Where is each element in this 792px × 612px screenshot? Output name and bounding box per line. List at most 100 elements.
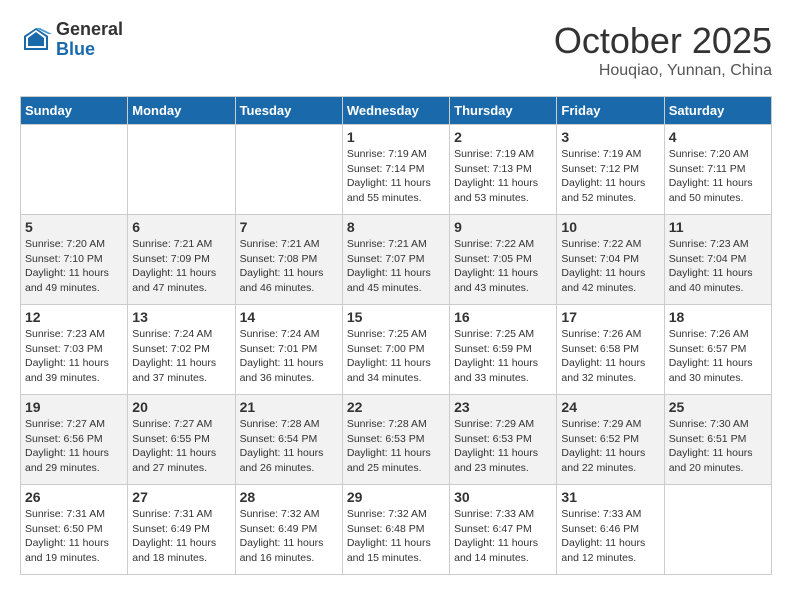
logo-blue: Blue bbox=[56, 40, 123, 60]
day-info: Sunrise: 7:20 AM Sunset: 7:10 PM Dayligh… bbox=[25, 237, 123, 296]
day-info: Sunrise: 7:19 AM Sunset: 7:13 PM Dayligh… bbox=[454, 147, 552, 206]
calendar-cell: 17Sunrise: 7:26 AM Sunset: 6:58 PM Dayli… bbox=[557, 305, 664, 395]
day-info: Sunrise: 7:27 AM Sunset: 6:55 PM Dayligh… bbox=[132, 417, 230, 476]
calendar-table: SundayMondayTuesdayWednesdayThursdayFrid… bbox=[20, 96, 772, 575]
day-info: Sunrise: 7:24 AM Sunset: 7:01 PM Dayligh… bbox=[240, 327, 338, 386]
calendar-cell: 5 Sunrise: 7:20 AM Sunset: 7:10 PM Daylig… bbox=[21, 215, 128, 305]
day-number: 14 bbox=[240, 309, 338, 325]
day-number: 6 bbox=[132, 219, 230, 235]
week-row-1: 1 Sunrise: 7:19 AM Sunset: 7:14 PM Daylig… bbox=[21, 125, 772, 215]
day-info: Sunrise: 7:28 AM Sunset: 6:53 PM Dayligh… bbox=[347, 417, 445, 476]
day-number: 18 bbox=[669, 309, 767, 325]
calendar-cell bbox=[235, 125, 342, 215]
calendar-cell: 22 Sunrise: 7:28 AM Sunset: 6:53 PM Dayli… bbox=[342, 395, 449, 485]
logo-icon bbox=[20, 24, 52, 56]
week-row-2: 5 Sunrise: 7:20 AM Sunset: 7:10 PM Daylig… bbox=[21, 215, 772, 305]
calendar-cell: 2 Sunrise: 7:19 AM Sunset: 7:13 PM Daylig… bbox=[450, 125, 557, 215]
day-info: Sunrise: 7:33 AM Sunset: 6:47 PM Dayligh… bbox=[454, 507, 552, 566]
calendar-cell: 11 Sunrise: 7:23 AM Sunset: 7:04 PM Dayli… bbox=[664, 215, 771, 305]
day-info: Sunrise: 7:23 AM Sunset: 7:03 PM Dayligh… bbox=[25, 327, 123, 386]
day-number: 28 bbox=[240, 489, 338, 505]
calendar-cell: 14 Sunrise: 7:24 AM Sunset: 7:01 PM Dayli… bbox=[235, 305, 342, 395]
day-info: Sunrise: 7:25 AM Sunset: 6:59 PM Dayligh… bbox=[454, 327, 552, 386]
calendar-cell: 30 Sunrise: 7:33 AM Sunset: 6:47 PM Dayli… bbox=[450, 485, 557, 575]
day-info: Sunrise: 7:19 AM Sunset: 7:14 PM Dayligh… bbox=[347, 147, 445, 206]
logo-general: General bbox=[56, 20, 123, 40]
day-info: Sunrise: 7:32 AM Sunset: 6:48 PM Dayligh… bbox=[347, 507, 445, 566]
calendar-cell: 24Sunrise: 7:29 AM Sunset: 6:52 PM Dayli… bbox=[557, 395, 664, 485]
calendar-cell: 20 Sunrise: 7:27 AM Sunset: 6:55 PM Dayli… bbox=[128, 395, 235, 485]
day-headers-row: SundayMondayTuesdayWednesdayThursdayFrid… bbox=[21, 97, 772, 125]
calendar-cell: 12 Sunrise: 7:23 AM Sunset: 7:03 PM Dayli… bbox=[21, 305, 128, 395]
calendar-header: SundayMondayTuesdayWednesdayThursdayFrid… bbox=[21, 97, 772, 125]
day-header-thursday: Thursday bbox=[450, 97, 557, 125]
calendar-cell: 23Sunrise: 7:29 AM Sunset: 6:53 PM Dayli… bbox=[450, 395, 557, 485]
day-info: Sunrise: 7:33 AM Sunset: 6:46 PM Dayligh… bbox=[561, 507, 659, 566]
month-title: October 2025 bbox=[554, 20, 772, 62]
week-row-3: 12 Sunrise: 7:23 AM Sunset: 7:03 PM Dayli… bbox=[21, 305, 772, 395]
day-number: 22 bbox=[347, 399, 445, 415]
day-info: Sunrise: 7:19 AM Sunset: 7:12 PM Dayligh… bbox=[561, 147, 659, 206]
day-info: Sunrise: 7:25 AM Sunset: 7:00 PM Dayligh… bbox=[347, 327, 445, 386]
day-info: Sunrise: 7:26 AM Sunset: 6:57 PM Dayligh… bbox=[669, 327, 767, 386]
day-number: 29 bbox=[347, 489, 445, 505]
logo: General Blue bbox=[20, 20, 123, 60]
day-header-saturday: Saturday bbox=[664, 97, 771, 125]
calendar-cell: 4 Sunrise: 7:20 AM Sunset: 7:11 PM Daylig… bbox=[664, 125, 771, 215]
day-info: Sunrise: 7:27 AM Sunset: 6:56 PM Dayligh… bbox=[25, 417, 123, 476]
calendar-cell: 9 Sunrise: 7:22 AM Sunset: 7:05 PM Daylig… bbox=[450, 215, 557, 305]
day-info: Sunrise: 7:22 AM Sunset: 7:05 PM Dayligh… bbox=[454, 237, 552, 296]
day-header-monday: Monday bbox=[128, 97, 235, 125]
day-number: 12 bbox=[25, 309, 123, 325]
calendar-body: 1 Sunrise: 7:19 AM Sunset: 7:14 PM Daylig… bbox=[21, 125, 772, 575]
day-info: Sunrise: 7:30 AM Sunset: 6:51 PM Dayligh… bbox=[669, 417, 767, 476]
location: Houqiao, Yunnan, China bbox=[554, 62, 772, 80]
day-number: 24 bbox=[561, 399, 659, 415]
day-number: 23 bbox=[454, 399, 552, 415]
calendar-cell: 25Sunrise: 7:30 AM Sunset: 6:51 PM Dayli… bbox=[664, 395, 771, 485]
day-info: Sunrise: 7:21 AM Sunset: 7:07 PM Dayligh… bbox=[347, 237, 445, 296]
day-header-wednesday: Wednesday bbox=[342, 97, 449, 125]
calendar-cell bbox=[21, 125, 128, 215]
day-number: 13 bbox=[132, 309, 230, 325]
day-info: Sunrise: 7:28 AM Sunset: 6:54 PM Dayligh… bbox=[240, 417, 338, 476]
day-number: 8 bbox=[347, 219, 445, 235]
calendar-cell: 27Sunrise: 7:31 AM Sunset: 6:49 PM Dayli… bbox=[128, 485, 235, 575]
calendar-cell: 26Sunrise: 7:31 AM Sunset: 6:50 PM Dayli… bbox=[21, 485, 128, 575]
day-number: 30 bbox=[454, 489, 552, 505]
day-number: 9 bbox=[454, 219, 552, 235]
day-number: 1 bbox=[347, 129, 445, 145]
day-number: 10 bbox=[561, 219, 659, 235]
calendar-cell: 31 Sunrise: 7:33 AM Sunset: 6:46 PM Dayli… bbox=[557, 485, 664, 575]
day-number: 4 bbox=[669, 129, 767, 145]
day-number: 31 bbox=[561, 489, 659, 505]
day-info: Sunrise: 7:24 AM Sunset: 7:02 PM Dayligh… bbox=[132, 327, 230, 386]
day-number: 11 bbox=[669, 219, 767, 235]
day-info: Sunrise: 7:21 AM Sunset: 7:09 PM Dayligh… bbox=[132, 237, 230, 296]
day-number: 5 bbox=[25, 219, 123, 235]
day-info: Sunrise: 7:23 AM Sunset: 7:04 PM Dayligh… bbox=[669, 237, 767, 296]
day-number: 26 bbox=[25, 489, 123, 505]
day-number: 20 bbox=[132, 399, 230, 415]
calendar-cell: 6 Sunrise: 7:21 AM Sunset: 7:09 PM Daylig… bbox=[128, 215, 235, 305]
day-number: 19 bbox=[25, 399, 123, 415]
logo-text: General Blue bbox=[56, 20, 123, 60]
day-header-tuesday: Tuesday bbox=[235, 97, 342, 125]
calendar-cell bbox=[128, 125, 235, 215]
week-row-4: 19 Sunrise: 7:27 AM Sunset: 6:56 PM Dayli… bbox=[21, 395, 772, 485]
day-number: 2 bbox=[454, 129, 552, 145]
day-info: Sunrise: 7:22 AM Sunset: 7:04 PM Dayligh… bbox=[561, 237, 659, 296]
calendar-cell: 13 Sunrise: 7:24 AM Sunset: 7:02 PM Dayli… bbox=[128, 305, 235, 395]
page-header: General Blue October 2025 Houqiao, Yunna… bbox=[20, 20, 772, 80]
day-info: Sunrise: 7:20 AM Sunset: 7:11 PM Dayligh… bbox=[669, 147, 767, 206]
day-info: Sunrise: 7:31 AM Sunset: 6:49 PM Dayligh… bbox=[132, 507, 230, 566]
title-block: October 2025 Houqiao, Yunnan, China bbox=[554, 20, 772, 80]
day-header-friday: Friday bbox=[557, 97, 664, 125]
calendar-cell: 16 Sunrise: 7:25 AM Sunset: 6:59 PM Dayli… bbox=[450, 305, 557, 395]
day-number: 16 bbox=[454, 309, 552, 325]
calendar-cell: 10 Sunrise: 7:22 AM Sunset: 7:04 PM Dayli… bbox=[557, 215, 664, 305]
calendar-cell bbox=[664, 485, 771, 575]
calendar-cell: 3Sunrise: 7:19 AM Sunset: 7:12 PM Daylig… bbox=[557, 125, 664, 215]
calendar-cell: 21Sunrise: 7:28 AM Sunset: 6:54 PM Dayli… bbox=[235, 395, 342, 485]
day-number: 17 bbox=[561, 309, 659, 325]
